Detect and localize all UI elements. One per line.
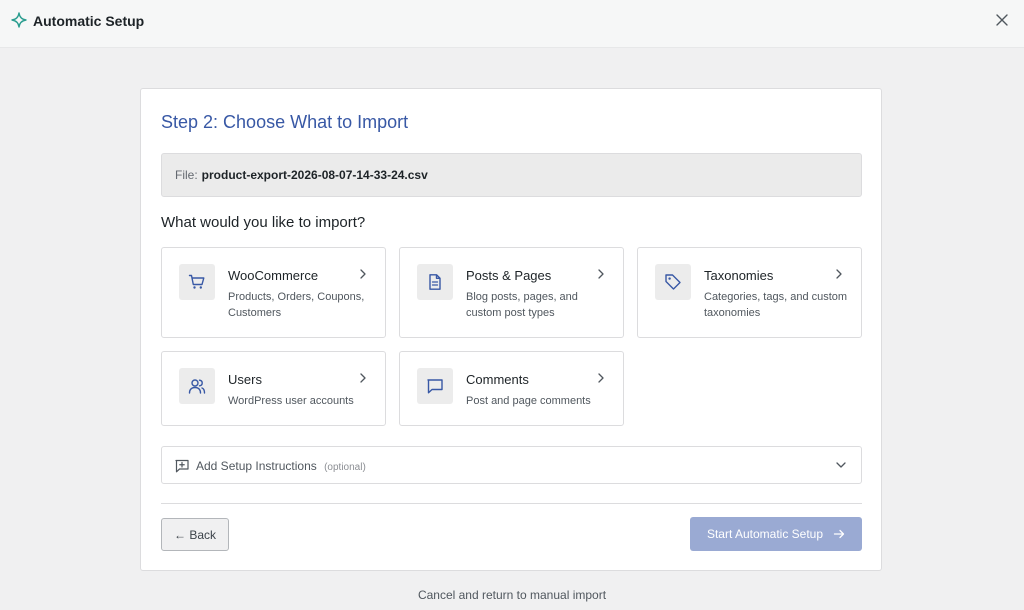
- option-description: Blog posts, pages, and custom post types: [466, 291, 578, 319]
- setup-instructions-label: Add Setup Instructions (optional): [196, 459, 366, 473]
- import-card: Step 2: Choose What to Import File: prod…: [140, 88, 882, 571]
- option-woocommerce[interactable]: WooCommerce Products, Orders, Coupons, C…: [161, 247, 386, 338]
- option-icon-box: [179, 368, 215, 404]
- arrow-right-icon: [833, 529, 845, 539]
- chevron-right-icon: [360, 269, 366, 279]
- option-icon-box: [417, 368, 453, 404]
- file-name: product-export-2026-08-07-14-33-24.csv: [201, 168, 428, 182]
- option-description: Post and page comments: [466, 395, 591, 407]
- start-button-label: Start Automatic Setup: [706, 527, 824, 541]
- option-title: Posts & Pages: [466, 268, 552, 283]
- option-comments[interactable]: Comments Post and page comments: [399, 351, 624, 426]
- option-description: Categories, tags, and custom taxonomies: [704, 291, 848, 319]
- tag-icon: [665, 274, 681, 290]
- chevron-right-icon: [836, 269, 842, 279]
- app-title: Automatic Setup: [33, 13, 145, 29]
- option-title: Taxonomies: [704, 268, 774, 283]
- close-button[interactable]: [992, 10, 1012, 30]
- chevron-down-icon: [836, 462, 846, 468]
- start-automatic-setup-button[interactable]: Start Automatic Setup: [690, 517, 862, 551]
- option-posts-pages[interactable]: Posts & Pages Blog posts, pages, and cus…: [399, 247, 624, 338]
- option-taxonomies[interactable]: Taxonomies Categories, tags, and custom …: [637, 247, 862, 338]
- instructions-title: Add Setup Instructions: [196, 459, 317, 473]
- cancel-link[interactable]: Cancel and return to manual import: [0, 588, 1024, 602]
- option-title: Comments: [466, 372, 529, 387]
- comment-icon: [427, 379, 443, 394]
- option-users[interactable]: Users WordPress user accounts: [161, 351, 386, 426]
- option-title: WooCommerce: [228, 268, 319, 283]
- optional-tag: (optional): [324, 462, 366, 473]
- sparkle-icon: [11, 12, 27, 28]
- option-icon-box: [417, 264, 453, 300]
- option-icon-box: [179, 264, 215, 300]
- file-info: File: product-export-2026-08-07-14-33-24…: [161, 153, 862, 197]
- chevron-right-icon: [598, 269, 604, 279]
- option-description: WordPress user accounts: [228, 395, 354, 407]
- option-title: Users: [228, 372, 262, 387]
- chevron-right-icon: [598, 373, 604, 383]
- file-label: File:: [175, 168, 198, 182]
- chevron-right-icon: [360, 373, 366, 383]
- divider: [161, 503, 862, 504]
- import-question: What would you like to import?: [161, 214, 366, 231]
- cart-icon: [188, 274, 205, 289]
- users-icon: [188, 379, 206, 394]
- option-icon-box: [655, 264, 691, 300]
- option-description: Products, Orders, Coupons, Customers: [228, 291, 365, 319]
- document-icon: [429, 274, 441, 290]
- close-icon: [996, 14, 1008, 26]
- step-title: Step 2: Choose What to Import: [161, 112, 409, 132]
- comment-add-icon: [175, 459, 189, 473]
- back-button[interactable]: ← Back: [161, 518, 229, 551]
- setup-instructions-toggle[interactable]: Add Setup Instructions (optional): [161, 446, 862, 484]
- top-bar: Automatic Setup: [0, 0, 1024, 48]
